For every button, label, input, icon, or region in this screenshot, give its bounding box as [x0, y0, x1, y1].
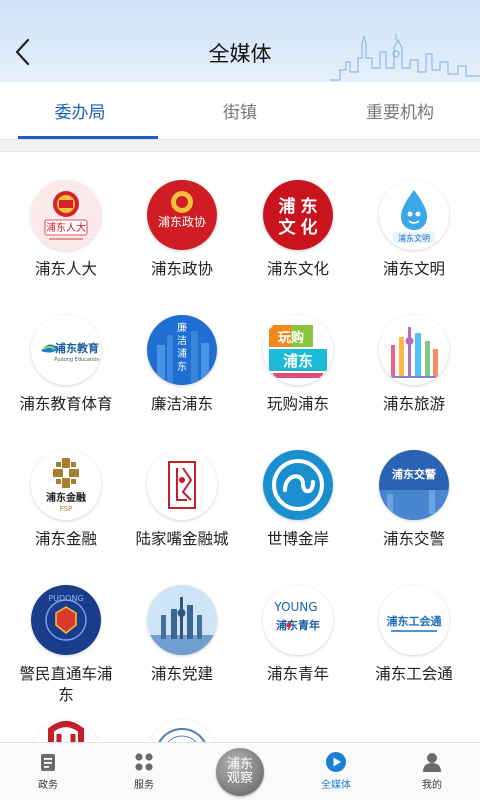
grid-item-label: 浦东交警 — [382, 530, 445, 548]
nav-label: 服务 — [134, 780, 154, 791]
category-tabs: 委办局 街镇 重要机构 — [0, 82, 480, 140]
grid-item-police-express-pudong[interactable]: PUDONG 警民直通车浦东 — [8, 585, 124, 706]
grid-item-pudong-union[interactable]: 浦东工会通 浦东工会通 — [356, 585, 472, 685]
partial-seal-icon — [147, 720, 217, 742]
finance-logo-subtext: FSP — [60, 505, 73, 513]
grid-item-pudong-party-building[interactable]: 浦东党建 — [124, 585, 240, 685]
cppcc-logo-text: 浦东政协 — [158, 214, 206, 229]
grid-item-pudong-youth[interactable]: YOUNG 浦东青年 浦东青年 — [240, 585, 356, 685]
grid-item-label: 浦东金融 — [34, 530, 97, 548]
grid-item-label: 浦东教育体育 — [19, 395, 113, 413]
clean-char-2: 洁 — [177, 334, 187, 347]
grid-item-lujiazui-finance-city[interactable]: 陆家嘴金融城 — [124, 450, 240, 550]
education-logo-text: 浦东教育 — [55, 341, 99, 355]
grid-item-partial-1[interactable] — [8, 720, 124, 742]
union-logo-icon: 浦东工会通 — [379, 585, 449, 655]
grid-item-label: 陆家嘴金融城 — [135, 530, 229, 548]
play-icon — [326, 752, 346, 772]
media-grid: 浦东人大 浦东人大 浦东政协 浦东政协 浦 东 文 化 浦东文化 浦东文明 浦东… — [0, 152, 480, 742]
traffic-logo-text: 浦东交警 — [392, 467, 436, 481]
grid-item-pudong-tourism[interactable]: 浦东旅游 — [356, 315, 472, 415]
grid-item-pudong-traffic-police[interactable]: 浦东交警 浦东交警 — [356, 450, 472, 550]
grid-item-pudong-finance[interactable]: 浦东金融 FSP 浦东金融 — [8, 450, 124, 550]
grid-item-expo-riverside[interactable]: 世博金岸 — [240, 450, 356, 550]
grid-item-pudong-cppcc[interactable]: 浦东政协 浦东政协 — [124, 180, 240, 280]
grid-item-label: 浦东工会通 — [375, 665, 453, 683]
lujiazui-logo-icon — [147, 450, 217, 520]
grid-item-clean-pudong[interactable]: 廉 洁 浦 东 廉洁浦东 — [124, 315, 240, 415]
tourism-skyline-icon — [379, 315, 449, 385]
shop-logo-top: 玩购 — [278, 330, 304, 346]
npc-logo-text: 浦东人大 — [46, 221, 86, 234]
clean-pudong-icon: 廉 洁 浦 东 — [147, 315, 217, 385]
center-badge-text: 浦东观察 — [226, 757, 253, 786]
shop-logo-main: 浦东 — [283, 352, 313, 370]
grid-item-label: 世博金岸 — [266, 530, 329, 548]
tab-key-institutions[interactable]: 重要机构 — [320, 82, 480, 139]
nav-label: 我的 — [422, 780, 442, 791]
government-icon — [41, 754, 55, 771]
header-bar: 全媒体 — [0, 0, 480, 82]
nav-all-media[interactable]: 全媒体 — [288, 743, 384, 800]
youth-logo-top: YOUNG — [273, 600, 317, 614]
nav-label: 全媒体 — [321, 780, 351, 791]
services-grid-icon — [135, 753, 153, 771]
cppcc-emblem-icon: 浦东政协 — [147, 180, 217, 250]
union-logo-text: 浦东工会通 — [387, 614, 442, 628]
grid-item-label: 浦东人大 — [34, 260, 97, 278]
grid-item-shopping-pudong[interactable]: 玩购 浦东 玩购浦东 — [240, 315, 356, 415]
civilization-mascot-icon: 浦东文明 — [379, 180, 449, 250]
youth-logo-main: 浦东青年 — [276, 618, 320, 632]
grid-item-label: 警民直通车浦东 — [19, 665, 113, 704]
grid-item-partial-2[interactable] — [124, 720, 240, 742]
grid-item-label: 浦东青年 — [266, 665, 329, 683]
clean-char-1: 廉 — [177, 321, 187, 334]
nav-services[interactable]: 服务 — [96, 743, 192, 800]
culture-char-2: 东 — [301, 196, 318, 217]
npc-emblem-icon: 浦东人大 — [31, 180, 101, 250]
bottom-navigation: 政务 服务 浦东观察 全媒体 我的 — [0, 742, 480, 800]
culture-logo-icon: 浦 东 文 化 — [263, 180, 333, 250]
grid-item-label: 浦东政协 — [150, 260, 213, 278]
section-divider — [0, 140, 480, 152]
grid-item-pudong-civilization[interactable]: 浦东文明 浦东文明 — [356, 180, 472, 280]
tab-committees[interactable]: 委办局 — [0, 82, 160, 139]
police-badge-icon: PUDONG — [31, 585, 101, 655]
finance-logo-text: 浦东金融 — [46, 491, 86, 504]
nav-profile[interactable]: 我的 — [384, 743, 480, 800]
tab-streets-towns[interactable]: 街镇 — [160, 82, 320, 139]
education-logo-subtext: Pudong Education — [54, 357, 99, 363]
grid-item-label: 浦东党建 — [150, 665, 213, 683]
youth-logo-icon: YOUNG 浦东青年 — [263, 585, 333, 655]
grid-item-pudong-npc[interactable]: 浦东人大 浦东人大 — [8, 180, 124, 280]
grid-item-label: 浦东旅游 — [382, 395, 445, 413]
clean-char-3: 浦 — [177, 347, 187, 360]
grid-item-pudong-education[interactable]: 浦东教育 Pudong Education 浦东教育体育 — [8, 315, 124, 415]
expo-logo-icon — [263, 450, 333, 520]
traffic-police-icon: 浦东交警 — [379, 450, 449, 520]
nav-government[interactable]: 政务 — [0, 743, 96, 800]
grid-item-label: 廉洁浦东 — [150, 395, 213, 413]
pudong-observer-logo: 浦东观察 — [216, 748, 264, 796]
grid-item-pudong-culture[interactable]: 浦 东 文 化 浦东文化 — [240, 180, 356, 280]
nav-label: 政务 — [38, 780, 58, 791]
finance-logo-icon: 浦东金融 FSP — [31, 450, 101, 520]
grid-item-label: 浦东文明 — [382, 260, 445, 278]
page-title: 全媒体 — [208, 42, 272, 66]
party-building-icon — [147, 585, 217, 655]
nav-pudong-observer[interactable]: 浦东观察 — [192, 743, 288, 800]
culture-char-4: 化 — [301, 217, 318, 238]
shopping-pudong-icon: 玩购 浦东 — [263, 315, 333, 385]
clean-char-4: 东 — [177, 360, 187, 373]
grid-item-label: 玩购浦东 — [266, 395, 329, 413]
education-logo-icon: 浦东教育 Pudong Education — [31, 315, 101, 385]
culture-char-3: 文 — [279, 217, 297, 238]
civil-logo-text: 浦东文明 — [398, 233, 430, 243]
grid-item-label: 浦东文化 — [266, 260, 329, 278]
culture-char-1: 浦 — [279, 196, 296, 217]
police-logo-text: PUDONG — [48, 594, 83, 603]
profile-icon — [423, 753, 441, 772]
partial-logo-icon — [31, 720, 101, 742]
